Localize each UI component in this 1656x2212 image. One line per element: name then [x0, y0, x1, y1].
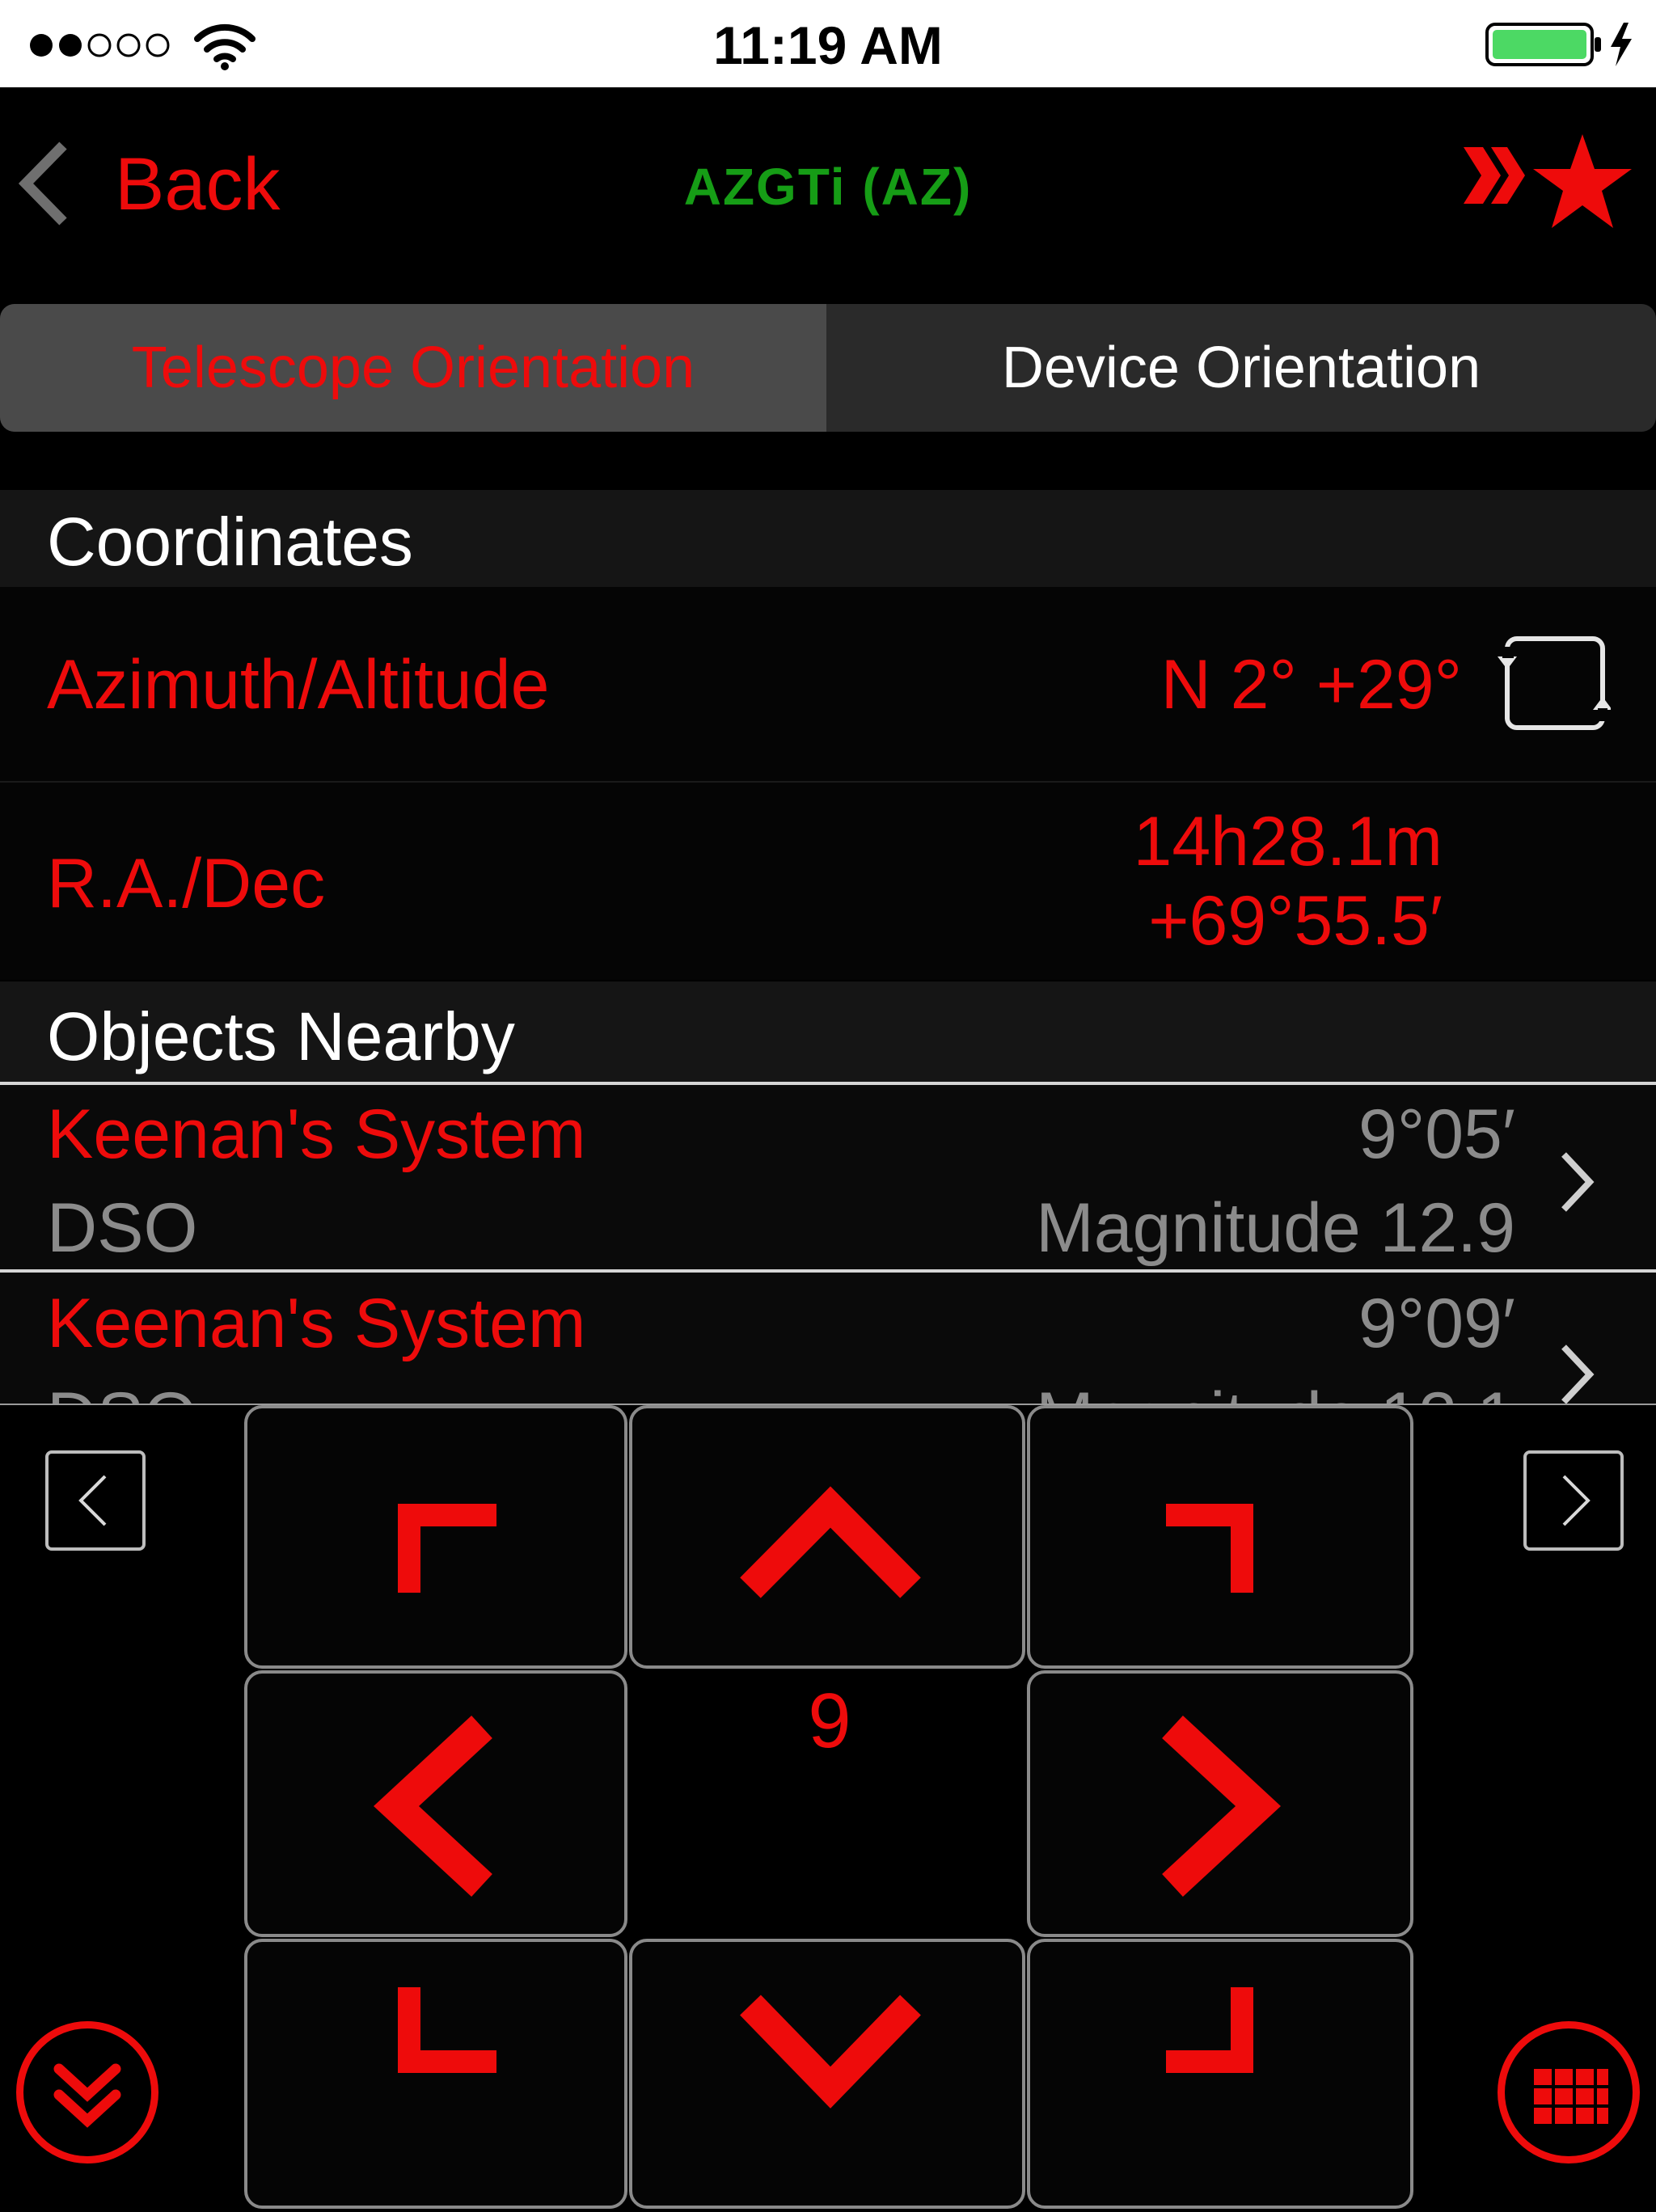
slew-up-button[interactable] [629, 1405, 1025, 1669]
next-button[interactable] [1523, 1450, 1624, 1551]
chevron-right-icon [1562, 1475, 1591, 1526]
chevron-left-icon [78, 1475, 107, 1526]
ra-dec-row: R.A./Dec 14h28.1m +69°55.5′ [0, 783, 1656, 980]
status-bar: 11:19 AM [0, 0, 1656, 87]
az-alt-label: Azimuth/Altitude [47, 646, 550, 724]
slew-left-button[interactable] [244, 1670, 627, 1937]
object-name: Keenan's System [47, 1095, 586, 1173]
status-time: 11:19 AM [713, 15, 943, 75]
object-type: DSO [47, 1378, 197, 1404]
collapse-panel-button[interactable] [16, 2021, 158, 2163]
ra-dec-label: R.A./Dec [47, 845, 326, 922]
objects-nearby-title: Objects Nearby [47, 998, 515, 1074]
slew-right-button[interactable] [1027, 1670, 1413, 1937]
object-type: DSO [47, 1189, 198, 1267]
arrow-left-icon [374, 1716, 492, 1897]
object-distance: 9°09′ [1358, 1285, 1515, 1362]
coordinates-header: Coordinates [0, 490, 1656, 587]
battery-charging-icon [1485, 23, 1632, 66]
grid-icon [1534, 2069, 1608, 2124]
corner-down-right-icon [1166, 1987, 1253, 2073]
previous-button[interactable] [45, 1450, 146, 1551]
slew-keypad: 9 [0, 1405, 1656, 2209]
corner-down-left-icon [398, 1987, 496, 2073]
fast-forward-icon[interactable] [1459, 131, 1531, 220]
slew-up-right-button[interactable] [1027, 1405, 1413, 1669]
toggle-coordinates-icon[interactable] [1498, 631, 1611, 736]
ra-value: 14h28.1m [1133, 803, 1443, 880]
chevrons-down-icon [53, 2063, 121, 2128]
coordinates-title: Coordinates [47, 504, 413, 580]
orientation-tabs: Telescope Orientation Device Orientation [0, 304, 1656, 432]
slew-down-button[interactable] [629, 1939, 1025, 2209]
arrow-up-icon [740, 1486, 921, 1598]
dec-value: +69°55.5′ [1148, 882, 1443, 960]
corner-up-left-icon [398, 1504, 496, 1593]
page-title: AZGTi (AZ) [683, 158, 973, 216]
object-magnitude: Magnitude 12.9 [1036, 1189, 1515, 1267]
slew-speed-value[interactable]: 9 [629, 1677, 1030, 1766]
tab-telescope-orientation[interactable]: Telescope Orientation [0, 304, 826, 432]
tab-device-orientation[interactable]: Device Orientation [826, 304, 1656, 432]
objects-nearby-header: Objects Nearby [0, 981, 1656, 1082]
arrow-down-icon [740, 1995, 921, 2109]
corner-up-right-icon [1166, 1504, 1253, 1593]
arrow-right-icon [1162, 1716, 1281, 1897]
slew-up-left-button[interactable] [244, 1405, 627, 1669]
list-item[interactable]: Keenan's System DSO 9°09′ Magnitude 13.1 [0, 1273, 1656, 1404]
nav-bar: Back AZGTi (AZ) [0, 87, 1656, 283]
chevron-right-icon [1561, 1152, 1595, 1212]
list-item[interactable]: Keenan's System DSO 9°05′ Magnitude 12.9 [0, 1085, 1656, 1269]
slew-down-right-button[interactable] [1027, 1939, 1413, 2209]
object-distance: 9°05′ [1358, 1095, 1515, 1173]
keypad-grid-button[interactable] [1498, 2021, 1640, 2163]
object-name: Keenan's System [47, 1285, 586, 1362]
az-alt-value: N 2° +29° [1160, 646, 1462, 724]
az-alt-row: Azimuth/Altitude N 2° +29° [0, 587, 1656, 781]
favorite-star-icon[interactable] [1530, 133, 1635, 233]
object-magnitude: Magnitude 13.1 [1036, 1378, 1515, 1404]
slew-down-left-button[interactable] [244, 1939, 627, 2209]
chevron-right-icon [1561, 1345, 1595, 1404]
